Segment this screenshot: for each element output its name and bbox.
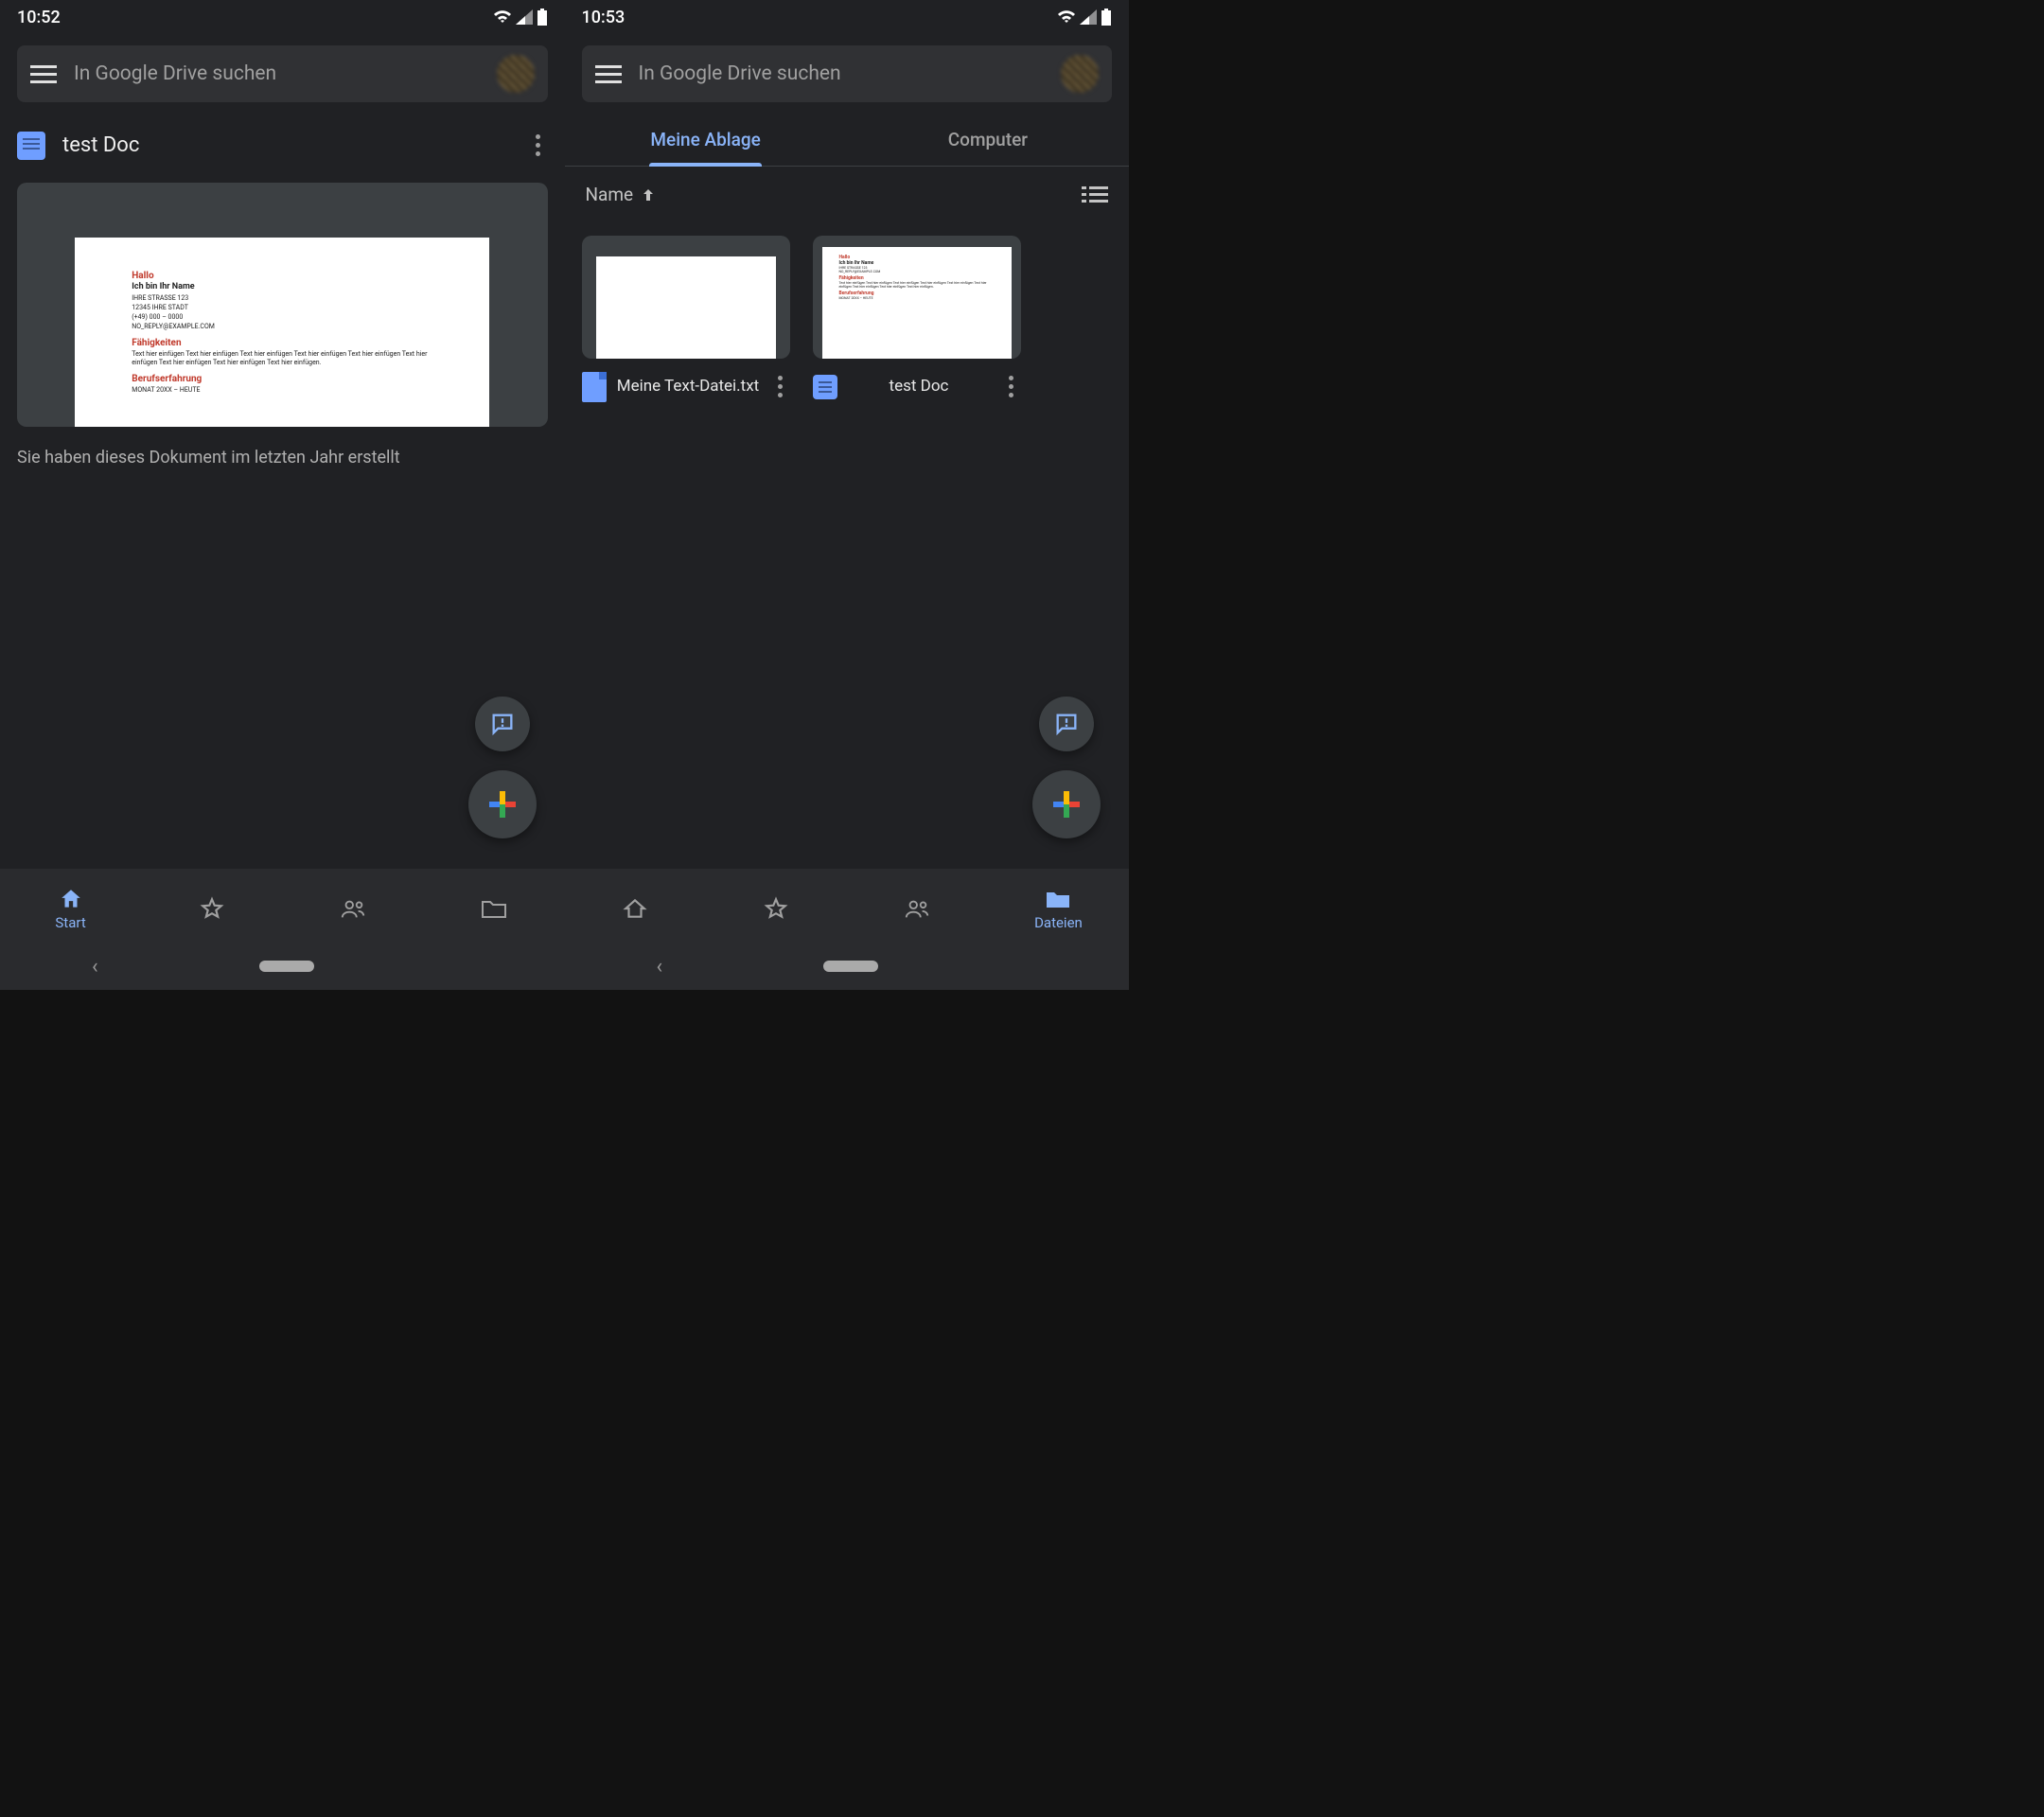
screen-files: 10:53 In Google Drive suchen Meine Ablag… [565, 0, 1130, 990]
doc-title[interactable]: test Doc [62, 133, 511, 157]
signal-icon [1080, 9, 1097, 25]
file-more-button[interactable] [770, 368, 790, 405]
search-placeholder: In Google Drive suchen [639, 62, 1045, 85]
search-bar[interactable]: In Google Drive suchen [17, 45, 548, 102]
battery-icon [537, 9, 548, 26]
sort-button[interactable]: Name [586, 184, 657, 205]
home-icon [59, 887, 83, 911]
feedback-icon [489, 711, 516, 737]
avatar[interactable] [497, 55, 535, 93]
bottom-nav: Start [0, 869, 565, 943]
tabs: Meine Ablage Computer [565, 114, 1130, 167]
search-bar[interactable]: In Google Drive suchen [582, 45, 1113, 102]
tab-computer[interactable]: Computer [847, 114, 1129, 166]
battery-icon [1101, 9, 1112, 26]
back-button[interactable]: ‹ [63, 955, 127, 979]
feedback-icon [1053, 711, 1080, 737]
nav-files[interactable] [456, 895, 532, 922]
status-icons [1057, 9, 1112, 26]
file-thumbnail [582, 236, 790, 359]
file-grid: Meine Text-Datei.txt Hallo Ich bin Ihr N… [565, 215, 1130, 435]
file-more-button[interactable] [1001, 368, 1021, 405]
tab-my-drive[interactable]: Meine Ablage [565, 114, 847, 166]
doc-preview-card[interactable]: Hallo Ich bin Ihr Name IHRE STRASSE 123 … [17, 183, 548, 427]
status-time: 10:53 [582, 8, 626, 27]
nav-shared[interactable] [879, 895, 955, 922]
doc-caption: Sie haben dieses Dokument im letzten Jah… [0, 432, 565, 483]
star-icon [764, 896, 788, 921]
fab-column [468, 697, 537, 838]
docs-icon [17, 132, 45, 160]
preview-greeting: Hallo [132, 270, 432, 282]
preview-phone: (+49) 000 – 0000 [132, 313, 432, 322]
file-name: test Doc [847, 377, 992, 396]
arrow-up-icon [641, 187, 656, 203]
fab-column [1032, 697, 1101, 838]
preview-skills-body: Text hier einfügen Text hier einfügen Te… [132, 350, 432, 367]
star-icon [200, 896, 224, 921]
back-button[interactable]: ‹ [627, 955, 691, 979]
home-pill[interactable] [259, 961, 314, 972]
nav-files[interactable]: Dateien [1020, 886, 1096, 931]
people-icon [904, 896, 930, 921]
add-button[interactable] [468, 770, 537, 838]
home-pill[interactable] [823, 961, 878, 972]
doc-preview: Hallo Ich bin Ihr Name IHRE STRASSE 123 … [75, 238, 489, 427]
add-button[interactable] [1032, 770, 1101, 838]
nav-starred[interactable] [174, 895, 250, 922]
sort-label-text: Name [586, 184, 634, 205]
home-icon [623, 896, 647, 921]
preview-name: Ich bin Ihr Name [132, 282, 432, 293]
nav-start-label: Start [55, 914, 85, 931]
preview-skills-h: Fähigkeiten [132, 337, 432, 349]
folder-icon [1045, 888, 1071, 910]
feedback-button[interactable] [1039, 697, 1094, 751]
status-icons [493, 9, 548, 26]
nav-starred[interactable] [738, 895, 814, 922]
preview-exp-h: Berufserfahrung [132, 373, 432, 385]
sort-row: Name [565, 167, 1130, 215]
nav-files-label: Dateien [1034, 914, 1083, 931]
plus-icon [489, 791, 516, 818]
status-bar: 10:53 [565, 0, 1130, 34]
avatar[interactable] [1061, 55, 1099, 93]
file-thumbnail: Hallo Ich bin Ihr Name IHRE STRASSE 123 … [813, 236, 1021, 359]
docs-icon [813, 375, 837, 399]
nav-shared[interactable] [315, 895, 391, 922]
nav-start[interactable] [597, 895, 673, 922]
preview-exp-date: MONAT 20XX – HEUTE [132, 386, 432, 395]
wifi-icon [1057, 9, 1076, 25]
preview-address1: IHRE STRASSE 123 [132, 294, 432, 303]
system-nav: ‹ [565, 943, 1130, 990]
feedback-button[interactable] [475, 697, 530, 751]
file-icon [582, 372, 607, 402]
status-time: 10:52 [17, 8, 61, 27]
file-name: Meine Text-Datei.txt [616, 377, 761, 396]
more-button[interactable] [528, 127, 548, 164]
list-view-icon [1082, 185, 1108, 205]
nav-start[interactable]: Start [33, 886, 109, 931]
plus-icon [1053, 791, 1080, 818]
suggested-doc-header: test Doc [0, 114, 565, 177]
screen-start: 10:52 In Google Drive suchen test Doc Ha… [0, 0, 565, 990]
system-nav: ‹ [0, 943, 565, 990]
bottom-nav: Dateien [565, 869, 1130, 943]
people-icon [340, 896, 366, 921]
view-toggle-button[interactable] [1082, 185, 1108, 205]
wifi-icon [493, 9, 512, 25]
status-bar: 10:52 [0, 0, 565, 34]
preview-email: NO_REPLY@EXAMPLE.COM [132, 323, 432, 331]
file-item-doc[interactable]: Hallo Ich bin Ihr Name IHRE STRASSE 123 … [813, 236, 1021, 415]
search-placeholder: In Google Drive suchen [74, 62, 480, 85]
signal-icon [516, 9, 533, 25]
menu-icon[interactable] [595, 65, 622, 83]
file-item-txt[interactable]: Meine Text-Datei.txt [582, 236, 790, 415]
folder-icon [481, 897, 507, 920]
preview-address2: 12345 IHRE STADT [132, 304, 432, 312]
menu-icon[interactable] [30, 65, 57, 83]
